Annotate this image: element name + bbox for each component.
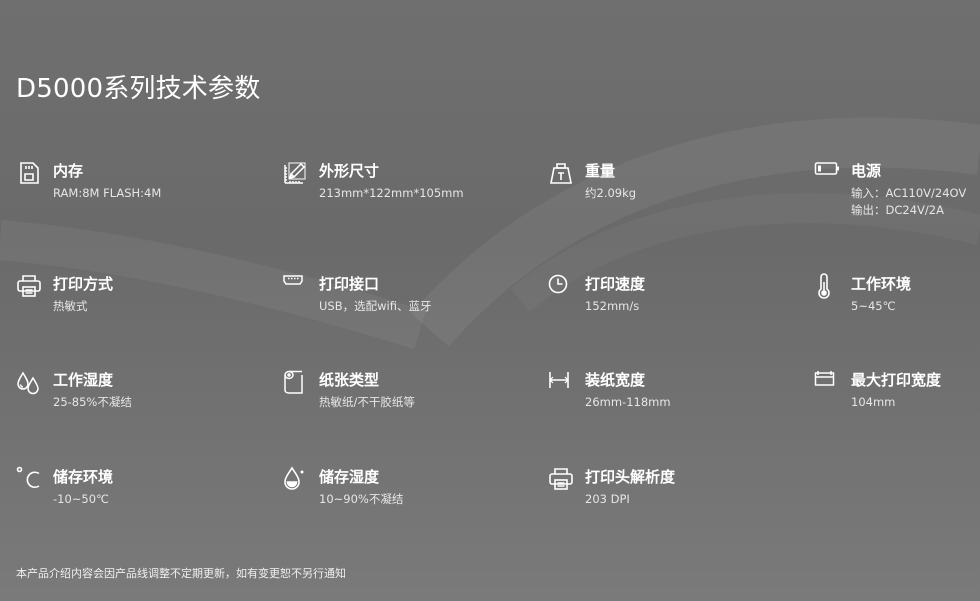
spec-value: 213mm*122mm*105mm (319, 186, 464, 200)
spec-label: 装纸宽度 (585, 371, 646, 389)
spec-label: 最大打印宽度 (851, 371, 942, 389)
usb-port-icon (282, 273, 308, 299)
ruler-pencil-icon (282, 160, 308, 186)
spec-label: 工作湿度 (53, 371, 114, 389)
disclaimer-footer: 本产品介绍内容会因产品线调整不定期更新，如有变更恕不另行通知 (16, 567, 346, 580)
spec-value: 5~45℃ (851, 299, 896, 313)
spec-value: 热敏式 (53, 299, 88, 313)
spec-value: 热敏纸/不干胶纸等 (319, 395, 415, 409)
paper-width-icon (548, 369, 574, 395)
printer-icon (16, 273, 42, 299)
spec-value: 25-85%不凝结 (53, 395, 132, 409)
spec-label: 外形尺寸 (319, 162, 380, 180)
sd-card-icon (16, 160, 42, 186)
print-width-icon (814, 369, 840, 395)
thermometer-icon (814, 273, 840, 299)
printer-icon (548, 466, 574, 492)
spec-label: 储存环境 (53, 468, 114, 486)
power-input-value: 输入：AC110V/24OV (851, 186, 967, 200)
spec-value: USB，选配wifi、蓝牙 (319, 299, 432, 313)
droplets-icon (16, 369, 42, 395)
spec-value: 152mm/s (585, 299, 640, 313)
spec-value: 约2.09kg (585, 186, 637, 200)
spec-label: 储存湿度 (319, 468, 380, 486)
paper-roll-icon (282, 369, 308, 395)
spec-value: 10~90%不凝结 (319, 492, 404, 506)
page-title: D5000系列技术参数 (16, 74, 261, 104)
spec-label: 打印接口 (319, 275, 380, 293)
spec-label: 重量 (585, 162, 616, 180)
spec-label: 内存 (53, 162, 84, 180)
weight-icon (548, 160, 574, 186)
spec-label: 打印头解析度 (585, 468, 676, 486)
spec-value: 输入：AC110V/24OV 输出：DC24V/2A (851, 185, 966, 219)
spec-value: 203 DPI (585, 492, 630, 506)
spec-label: 打印方式 (53, 275, 114, 293)
power-output-value: 输出：DC24V/2A (851, 203, 944, 217)
spec-label: 纸张类型 (319, 371, 380, 389)
spec-value: RAM:8M FLASH:4M (53, 186, 162, 200)
spec-label: 打印速度 (585, 275, 646, 293)
celsius-icon (16, 466, 42, 492)
spec-value: 104mm (851, 395, 896, 409)
battery-icon (814, 160, 840, 186)
spec-label: 工作环境 (851, 275, 912, 293)
spec-label: 电源 (851, 162, 882, 180)
spec-value: -10~50℃ (53, 492, 109, 506)
humidity-drop-icon (282, 466, 308, 492)
spec-value: 26mm-118mm (585, 395, 671, 409)
clock-icon (548, 273, 574, 299)
